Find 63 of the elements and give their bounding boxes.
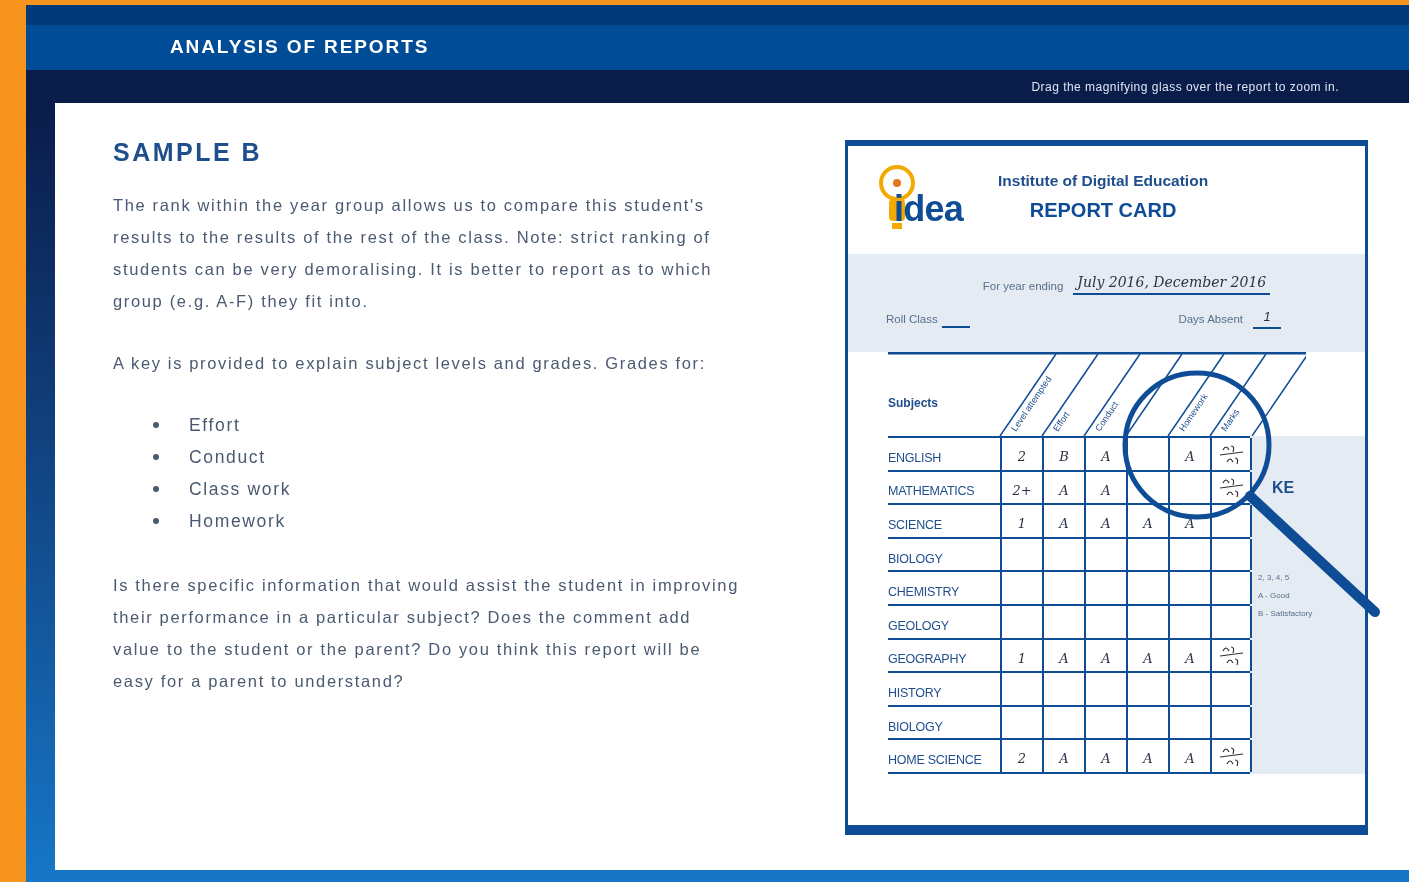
subject-name: SCIENCE (888, 517, 943, 535)
key-heading: KE (1272, 478, 1296, 498)
grade-cell: A (1126, 505, 1168, 537)
subject-name: HISTORY (888, 685, 943, 702)
subject-name: ENGLISH (888, 449, 943, 467)
bullet-item: Conduct (189, 446, 266, 469)
grade-cell: A (1126, 639, 1168, 672)
grade-cell: 2 (1000, 438, 1042, 470)
bullet-icon (153, 454, 159, 460)
subject-name: BIOLOGY (888, 718, 944, 736)
fill-in-line (941, 325, 970, 328)
bullet-icon (153, 422, 159, 428)
closing-paragraph: Is there specific information that would assist the student in improving their performance in a particular subject? Does the comment add value to the student or the parent? Do you think this report will be easy for a parent to understand? (113, 575, 740, 692)
grade-cell: A (1042, 471, 1084, 504)
key-item: 2, 3, 4, 5 (1258, 572, 1291, 584)
subject-name: MATHEMATICS (888, 483, 976, 501)
grade-cell: A (1168, 438, 1210, 470)
bullet-item: Homework (189, 510, 286, 533)
grade-cell: A (1168, 740, 1210, 772)
paragraph: The rank within the year group allows us to compare this student's results to the results of the rest of the class. Note: strict ranking of students can be very demoralising. It is better to report as to which group (e.g. A-F) they fit into. (113, 195, 713, 312)
grade-cell: A (1042, 740, 1084, 772)
bullet-item: Effort (189, 414, 241, 437)
handwritten-fraction-drawing (1217, 744, 1245, 769)
field-label: Days Absent (1178, 312, 1243, 328)
subject-name: CHEMISTRY (888, 584, 961, 602)
grade-cell: A (1084, 740, 1126, 772)
grade-cell: A (1084, 505, 1126, 537)
report-card-title: REPORT CARD (1029, 197, 1177, 223)
handwritten-date: July 2016, December 2016 (1073, 272, 1271, 295)
subject-name: BIOLOGY (888, 550, 944, 568)
subject-name: HOME SCIENCE (888, 752, 983, 770)
grade-cell: A (1126, 740, 1168, 772)
grade-cell: B (1042, 438, 1084, 470)
handwritten-fraction-drawing (1217, 643, 1245, 668)
grade-cell: 1 (1000, 505, 1042, 537)
handwritten-fraction-drawing (1217, 475, 1245, 500)
grade-cell: A (1084, 471, 1126, 504)
grade-cell: A (1084, 438, 1126, 470)
field-label: Roll Class (886, 312, 938, 328)
grade-cell: 1 (1000, 639, 1042, 672)
instruction-text: Drag the magnifying glass over the report to zoom in. (1031, 78, 1339, 96)
grade-cell: A (1084, 639, 1126, 672)
grade-cell: A (1168, 639, 1210, 672)
bullet-icon (153, 486, 159, 492)
institute-name: Institute of Digital Education (998, 171, 1209, 192)
bullet-icon (153, 518, 159, 524)
grade-cell: 2+ (1000, 471, 1042, 504)
column-header: Subjects (888, 395, 938, 412)
bullet-item: Class work (189, 478, 292, 501)
paragraph: A key is provided to explain subject levels and grades. Grades for: (113, 353, 707, 374)
subject-name: GEOLOGY (888, 617, 950, 635)
field-label: For year ending (982, 278, 1064, 294)
key-item: B - Satisfactory (1258, 608, 1314, 620)
key-item: A - Good (1258, 590, 1291, 602)
grade-cell: A (1168, 505, 1210, 537)
page-title: ANALYSIS OF REPORTS (170, 35, 430, 60)
handwritten-value: 1 (1253, 307, 1281, 329)
grade-cell: A (1042, 639, 1084, 672)
subject-name: GEOGRAPHY (888, 651, 968, 669)
magnifying-glass[interactable] (1120, 368, 1380, 618)
section-heading: SAMPLE B (113, 137, 264, 167)
grade-cell: 2 (1000, 740, 1042, 772)
grade-cell: A (1042, 505, 1084, 537)
